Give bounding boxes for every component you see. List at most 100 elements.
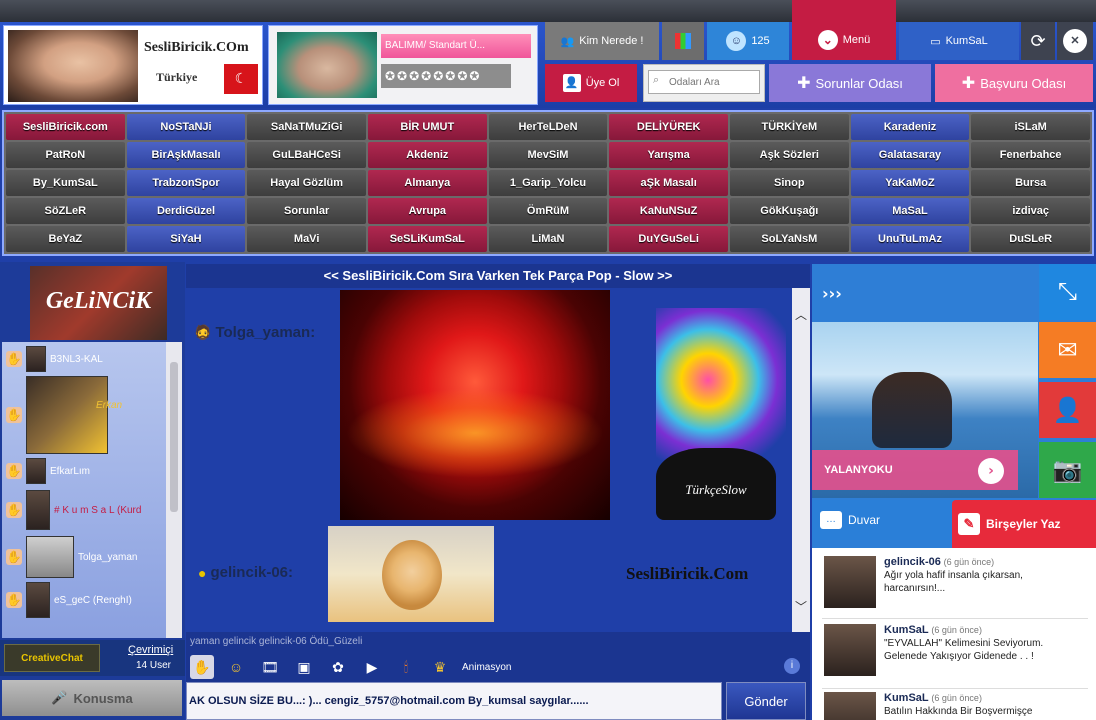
close-button[interactable]: ✕: [1057, 22, 1093, 60]
room-button[interactable]: GökKuşağı: [729, 198, 849, 224]
wall-post[interactable]: KumSaL (6 gün önce) "EYVALLAH" Kelimesin…: [824, 624, 1086, 676]
user-row[interactable]: ✋ # K u m S a L (Kurd: [6, 490, 141, 530]
room-button[interactable]: Avrupa: [367, 198, 487, 224]
kim-nerede-button[interactable]: 👥 Kim Nerede !: [545, 22, 659, 60]
image-icon[interactable]: ▣: [292, 655, 316, 679]
room-button[interactable]: BeYaZ: [6, 226, 125, 252]
message-input[interactable]: AK OLSUN SİZE BU...: )... cengiz_5757@ho…: [186, 682, 722, 720]
current-room-box[interactable]: BALIMM/ Standart Ü... ✪✪✪✪✪✪✪✪: [268, 25, 538, 105]
video-icon[interactable]: ▶: [360, 655, 384, 679]
room-button[interactable]: Aşk Sözleri: [729, 142, 849, 168]
animation-icon[interactable]: ♛: [428, 655, 452, 679]
user-row[interactable]: ✋ eS_geC (RenghI): [6, 582, 132, 618]
expand-arrows-icon[interactable]: ›››: [822, 284, 842, 303]
room-button[interactable]: Bursa: [971, 170, 1090, 196]
chevron-up-icon[interactable]: ︿: [795, 306, 807, 323]
menu-button[interactable]: ⌄ Menü: [792, 0, 896, 60]
site-logo[interactable]: SesliBiricik.COm Türkiye ☾: [3, 25, 263, 105]
profile-go-button[interactable]: ›: [978, 458, 1004, 484]
smiley-icon[interactable]: ☺: [224, 655, 248, 679]
room-button[interactable]: MaVi: [247, 226, 366, 252]
hand-icon[interactable]: ✋: [190, 655, 214, 679]
current-user-button[interactable]: ▭ KumSaL: [899, 22, 1019, 60]
room-button[interactable]: LiMaN: [488, 226, 608, 252]
chevron-down-icon[interactable]: ﹀: [795, 598, 807, 615]
room-button[interactable]: aŞk Masalı: [609, 170, 728, 196]
write-something-button[interactable]: ✎ Birşeyler Yaz: [952, 500, 1096, 548]
film-icon[interactable]: 🎞: [258, 655, 282, 679]
room-button[interactable]: MaSaL: [850, 198, 970, 224]
room-button[interactable]: DuYGuSeLi: [609, 226, 728, 252]
gift-icon[interactable]: ✿: [326, 655, 350, 679]
room-name[interactable]: BALIMM/ Standart Ü...: [381, 34, 531, 58]
room-button[interactable]: YaKaMoZ: [850, 170, 970, 196]
basvuru-room-button[interactable]: ✚ Başvuru Odası: [935, 64, 1093, 102]
user-row[interactable]: ✋ Erkan: [6, 376, 122, 454]
room-button[interactable]: GuLBaHCeSi: [247, 142, 366, 168]
room-button[interactable]: Sinop: [729, 170, 849, 196]
room-button[interactable]: ÖmRüM: [488, 198, 608, 224]
room-button[interactable]: BİR UMUT: [367, 114, 487, 140]
help-icon[interactable]: i: [784, 658, 800, 674]
post-author[interactable]: KumSaL: [884, 624, 929, 636]
room-button[interactable]: DuSLeR: [971, 226, 1090, 252]
profile-icon[interactable]: 👤: [1039, 382, 1096, 438]
send-button[interactable]: Gönder: [726, 682, 806, 720]
room-button[interactable]: SeSLiKumSaL: [367, 226, 487, 252]
register-button[interactable]: 👤 Üye Ol: [545, 64, 637, 102]
room-button[interactable]: SiYaH: [126, 226, 246, 252]
room-button[interactable]: Hayal Gözlüm: [247, 170, 366, 196]
room-button[interactable]: Sorunlar: [247, 198, 366, 224]
room-banner: GeLiNCiK: [30, 266, 167, 340]
room-button[interactable]: KaNuNSuZ: [609, 198, 728, 224]
message-author[interactable]: 🧔 Tolga_yaman:: [194, 324, 315, 341]
room-button[interactable]: iSLaM: [971, 114, 1090, 140]
room-button[interactable]: TrabzonSpor: [126, 170, 246, 196]
room-button[interactable]: NoSTaNJi: [126, 114, 246, 140]
room-button[interactable]: SöZLeR: [6, 198, 125, 224]
room-button[interactable]: TÜRKİYeM: [729, 114, 849, 140]
room-button[interactable]: izdivaç: [971, 198, 1090, 224]
room-button[interactable]: Galatasaray: [850, 142, 970, 168]
room-button[interactable]: SaNaTMuZiGi: [247, 114, 366, 140]
room-button[interactable]: Yarışma: [609, 142, 728, 168]
user-row[interactable]: ✋ EfkarLım: [6, 458, 90, 484]
chat-scrollbar[interactable]: ︿ ﹀: [792, 288, 810, 632]
animation-label[interactable]: Animasyon: [462, 662, 511, 673]
refresh-button[interactable]: ⟳: [1021, 22, 1055, 60]
room-button[interactable]: Fenerbahce: [971, 142, 1090, 168]
user-row[interactable]: ✋ B3NL3-KAL: [6, 346, 103, 372]
room-button[interactable]: DELİYÜREK: [609, 114, 728, 140]
room-button[interactable]: By_KumSaL: [6, 170, 125, 196]
user-row[interactable]: ✋ Tolga_yaman: [6, 536, 137, 578]
compress-icon[interactable]: ⤡: [1039, 264, 1096, 320]
room-button[interactable]: Almanya: [367, 170, 487, 196]
room-button[interactable]: SoLYaNsM: [729, 226, 849, 252]
room-button[interactable]: PatRoN: [6, 142, 125, 168]
room-button[interactable]: UnuTuLmAz: [850, 226, 970, 252]
wall-tab[interactable]: … Duvar: [812, 500, 952, 540]
camera-icon[interactable]: 📷: [1039, 442, 1096, 498]
sorunlar-room-button[interactable]: ✚ Sorunlar Odası: [769, 64, 931, 102]
mail-icon[interactable]: ✉: [1039, 322, 1096, 378]
wall-post[interactable]: gelincik-06 (6 gün önce) Ağır yola hafif…: [824, 556, 1086, 608]
candle-icon[interactable]: 🕯: [394, 655, 418, 679]
room-button[interactable]: Akdeniz: [367, 142, 487, 168]
online-link[interactable]: Çevrimiçi: [128, 644, 173, 656]
room-button[interactable]: SesliBiricik.com: [6, 114, 125, 140]
wall-post[interactable]: KumSaL (6 gün önce) Batılın Hakkında Bir…: [824, 692, 1086, 720]
room-search-input[interactable]: [648, 70, 760, 94]
apps-button[interactable]: [662, 22, 704, 60]
room-button[interactable]: HerTeLDeN: [488, 114, 608, 140]
online-count-button[interactable]: ☺ 125: [707, 22, 789, 60]
post-author[interactable]: gelincik-06: [884, 556, 941, 568]
post-author[interactable]: KumSaL: [884, 692, 929, 704]
message-author[interactable]: ● gelincik-06:: [198, 564, 293, 581]
room-button[interactable]: Karadeniz: [850, 114, 970, 140]
room-button[interactable]: 1_Garip_Yolcu: [488, 170, 608, 196]
room-button[interactable]: BirAşkMasalı: [126, 142, 246, 168]
room-button[interactable]: MevSiM: [488, 142, 608, 168]
user-list-scroll-thumb[interactable]: [170, 362, 178, 512]
room-button[interactable]: DerdiGüzel: [126, 198, 246, 224]
talk-button[interactable]: 🎤 Konusma: [2, 680, 182, 716]
